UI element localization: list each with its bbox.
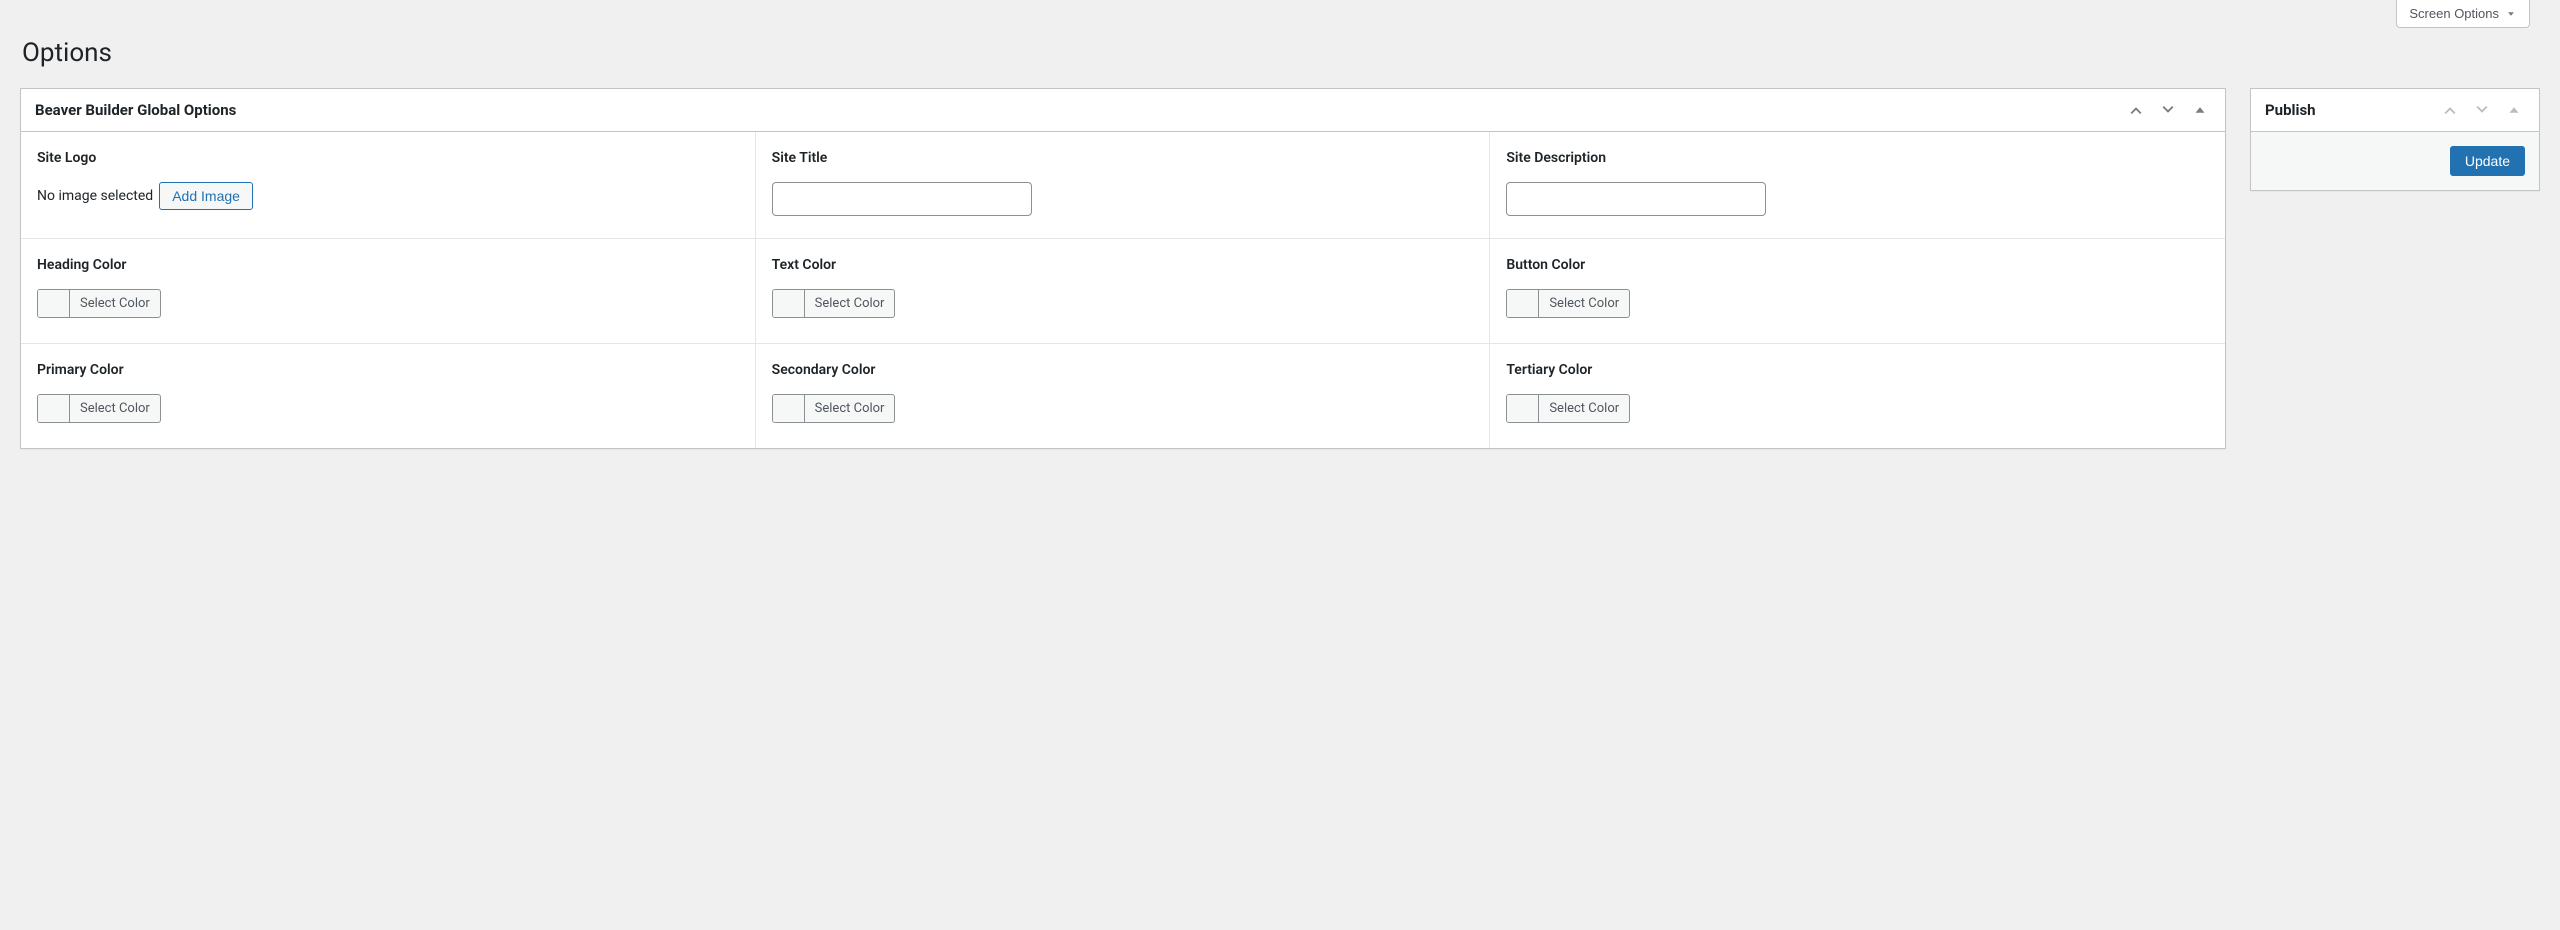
select-color-label: Select Color: [1539, 395, 1629, 422]
caret-down-icon: [2505, 8, 2517, 20]
chevron-up-icon: [2441, 101, 2459, 119]
secondary-color-cell: Secondary Color Select Color: [756, 344, 1491, 448]
screen-options-button[interactable]: Screen Options: [2396, 0, 2530, 28]
button-color-cell: Button Color Select Color: [1490, 239, 2225, 344]
chevron-up-icon: [2127, 101, 2145, 119]
primary-color-label: Primary Color: [37, 362, 739, 378]
publish-panel: Publish Update: [2250, 88, 2540, 191]
button-color-picker[interactable]: Select Color: [1506, 289, 1630, 318]
color-swatch: [38, 290, 70, 317]
text-color-cell: Text Color Select Color: [756, 239, 1491, 344]
update-button[interactable]: Update: [2450, 146, 2525, 176]
tertiary-color-label: Tertiary Color: [1506, 362, 2209, 378]
move-up-button[interactable]: [2125, 99, 2147, 121]
site-description-input[interactable]: [1506, 182, 1766, 216]
select-color-label: Select Color: [70, 395, 160, 422]
toggle-panel-button[interactable]: [2189, 99, 2211, 121]
secondary-color-label: Secondary Color: [772, 362, 1474, 378]
site-logo-cell: Site Logo No image selected Add Image: [21, 132, 756, 239]
global-options-panel: Beaver Builder Global Options Site Logo …: [20, 88, 2226, 449]
add-image-button[interactable]: Add Image: [159, 182, 253, 210]
button-color-label: Button Color: [1506, 257, 2209, 273]
color-swatch: [1507, 290, 1539, 317]
publish-title: Publish: [2265, 101, 2316, 119]
heading-color-label: Heading Color: [37, 257, 739, 273]
caret-up-icon: [2191, 101, 2209, 119]
select-color-label: Select Color: [70, 290, 160, 317]
page-title: Options: [22, 38, 2540, 68]
site-description-label: Site Description: [1506, 150, 2209, 166]
select-color-label: Select Color: [805, 395, 895, 422]
chevron-down-icon: [2159, 101, 2177, 119]
primary-color-cell: Primary Color Select Color: [21, 344, 756, 448]
site-title-label: Site Title: [772, 150, 1474, 166]
no-image-text: No image selected: [37, 188, 153, 204]
move-down-button[interactable]: [2471, 99, 2493, 121]
chevron-down-icon: [2473, 101, 2491, 119]
heading-color-cell: Heading Color Select Color: [21, 239, 756, 344]
move-up-button[interactable]: [2439, 99, 2461, 121]
select-color-label: Select Color: [805, 290, 895, 317]
caret-up-icon: [2505, 101, 2523, 119]
site-title-cell: Site Title: [756, 132, 1491, 239]
primary-color-picker[interactable]: Select Color: [37, 394, 161, 423]
toggle-panel-button[interactable]: [2503, 99, 2525, 121]
secondary-color-picker[interactable]: Select Color: [772, 394, 896, 423]
color-swatch: [773, 290, 805, 317]
color-swatch: [38, 395, 70, 422]
publish-header: Publish: [2251, 89, 2539, 132]
color-swatch: [773, 395, 805, 422]
site-title-input[interactable]: [772, 182, 1032, 216]
tertiary-color-cell: Tertiary Color Select Color: [1490, 344, 2225, 448]
screen-options-label: Screen Options: [2409, 6, 2499, 21]
select-color-label: Select Color: [1539, 290, 1629, 317]
text-color-label: Text Color: [772, 257, 1474, 273]
heading-color-picker[interactable]: Select Color: [37, 289, 161, 318]
site-description-cell: Site Description: [1490, 132, 2225, 239]
move-down-button[interactable]: [2157, 99, 2179, 121]
text-color-picker[interactable]: Select Color: [772, 289, 896, 318]
color-swatch: [1507, 395, 1539, 422]
tertiary-color-picker[interactable]: Select Color: [1506, 394, 1630, 423]
global-options-header: Beaver Builder Global Options: [21, 89, 2225, 132]
site-logo-label: Site Logo: [37, 150, 739, 166]
global-options-title: Beaver Builder Global Options: [35, 101, 236, 119]
